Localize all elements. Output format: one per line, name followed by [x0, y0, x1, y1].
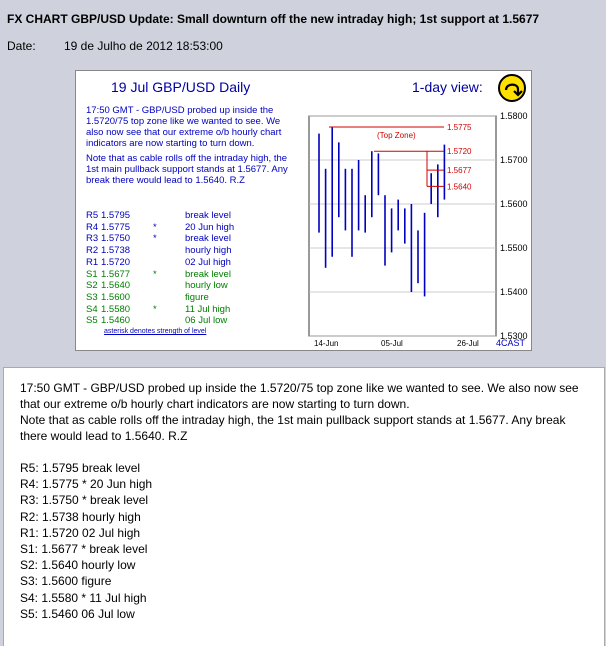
chart-image: 19 Jul GBP/USD Daily 1-day view: 17:50 G…	[75, 70, 532, 351]
y-tick-label: 1.5400	[500, 287, 528, 297]
date-label: Date:	[7, 39, 36, 53]
date-value: 19 de Julho de 2012 18:53:00	[64, 39, 223, 53]
y-tick-label: 1.5800	[500, 111, 528, 121]
body-paragraph-2: Note that as cable rolls off the intrada…	[20, 413, 566, 443]
level-label: 1.5775	[447, 123, 472, 132]
header: FX CHART GBP/USD Update: Small downturn …	[0, 0, 606, 360]
y-tick-label: 1.5500	[500, 243, 528, 253]
body-level-row: S2: 1.5640 hourly low	[20, 558, 136, 573]
body-level-row: R4: 1.5775 * 20 Jun high	[20, 477, 153, 492]
body-level-row: R5: 1.5795 break level	[20, 461, 141, 475]
body-levels-list: R5: 1.5795 break level R4: 1.5775 * 20 Ju…	[20, 460, 152, 622]
level-label: 1.5677	[447, 166, 472, 175]
price-chart: 1.58001.57001.56001.55001.54001.530014-J…	[308, 111, 528, 348]
y-tick-label: 1.5600	[500, 199, 528, 209]
page-title: FX CHART GBP/USD Update: Small downturn …	[7, 12, 540, 26]
level-label: 1.5720	[447, 147, 472, 156]
y-tick-label: 1.5700	[500, 155, 528, 165]
body-level-row: R2: 1.5738 hourly high	[20, 509, 141, 524]
brand-label: 4CAST	[496, 338, 526, 348]
body-level-row: S3: 1.5600 figure	[20, 574, 112, 589]
body-commentary: 17:50 GMT - GBP/USD probed up inside the…	[20, 380, 590, 444]
x-tick-label: 26-Jul	[457, 339, 479, 348]
body-panel: 17:50 GMT - GBP/USD probed up inside the…	[3, 367, 605, 646]
x-tick-label: 14-Jun	[314, 339, 338, 348]
body-level-row: S1: 1.5677 * break level	[20, 542, 148, 557]
body-level-row: S5: 1.5460 06 Jul low	[20, 606, 135, 621]
x-tick-label: 05-Jul	[381, 339, 403, 348]
level-label: 1.5640	[447, 182, 472, 191]
top-zone-label: (Top Zone)	[377, 131, 416, 140]
body-level-row: R3: 1.5750 * break level	[20, 493, 149, 508]
body-level-row: R1: 1.5720 02 Jul high	[20, 525, 141, 540]
body-level-row: S4: 1.5580 * 11 Jul high	[20, 590, 147, 605]
body-paragraph-1: 17:50 GMT - GBP/USD probed up inside the…	[20, 381, 579, 411]
